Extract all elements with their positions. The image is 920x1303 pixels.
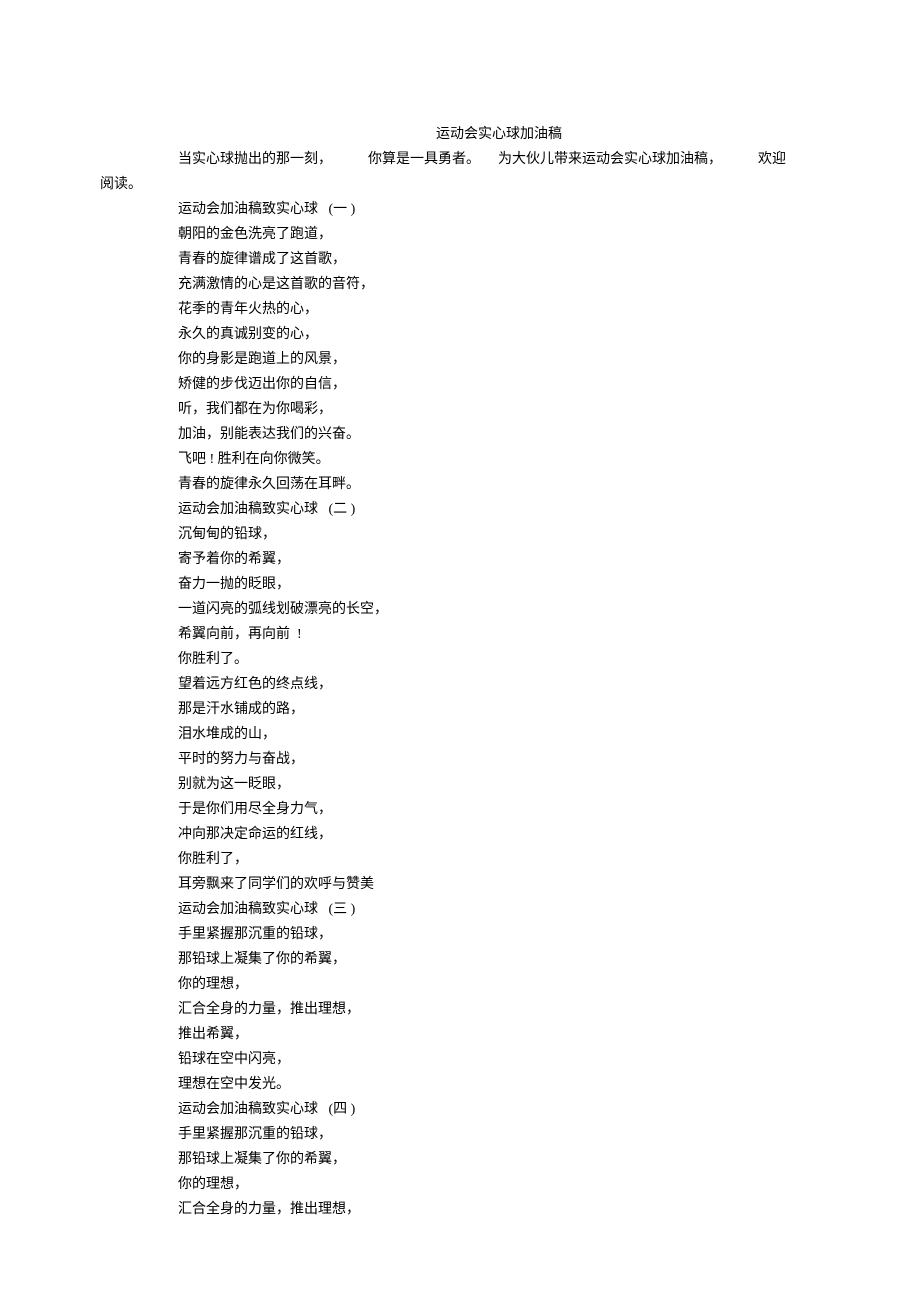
body-line: 朝阳的金色洗亮了跑道，: [178, 222, 820, 247]
body-line: 望着远方红色的终点线，: [178, 672, 820, 697]
body-line: 运动会加油稿致实心球 (二 ): [178, 497, 820, 522]
body-line: 铅球在空中闪亮，: [178, 1047, 820, 1072]
body-line: 飞吧 ! 胜利在向你微笑。: [178, 447, 820, 472]
body-line: 运动会加油稿致实心球 (四 ): [178, 1097, 820, 1122]
intro-line-2: 阅读。: [100, 172, 820, 197]
body-line: 平时的努力与奋战，: [178, 747, 820, 772]
body-line: 手里紧握那沉重的铅球，: [178, 1122, 820, 1147]
body-line: 汇合全身的力量，推出理想，: [178, 1197, 820, 1222]
body-line: 你的身影是跑道上的风景，: [178, 347, 820, 372]
body-line: 沉甸甸的铅球，: [178, 522, 820, 547]
body-line: 永久的真诚别变的心，: [178, 322, 820, 347]
document-title: 运动会实心球加油稿: [178, 122, 820, 147]
body-line: 别就为这一眨眼，: [178, 772, 820, 797]
body-lines: 运动会加油稿致实心球 (一 )朝阳的金色洗亮了跑道，青春的旋律谱成了这首歌，充满…: [178, 197, 820, 1222]
body-line: 你的理想，: [178, 1172, 820, 1197]
intro-seg-3: 为大伙儿带来运动会实心球加油稿，: [498, 152, 722, 167]
body-line: 你的理想，: [178, 972, 820, 997]
body-line: 充满激情的心是这首歌的音符，: [178, 272, 820, 297]
body-line: 于是你们用尽全身力气，: [178, 797, 820, 822]
body-line: 听，我们都在为你喝彩，: [178, 397, 820, 422]
body-line: 那是汗水铺成的路，: [178, 697, 820, 722]
body-line: 那铅球上凝集了你的希翼，: [178, 947, 820, 972]
body-line: 耳旁飘来了同学们的欢呼与赞美: [178, 872, 820, 897]
body-line: 一道闪亮的弧线划破漂亮的长空，: [178, 597, 820, 622]
body-line: 手里紧握那沉重的铅球，: [178, 922, 820, 947]
intro-line-1: 当实心球抛出的那一刻， 你算是一具勇者。 为大伙儿带来运动会实心球加油稿， 欢迎: [178, 147, 820, 172]
body-line: 那铅球上凝集了你的希翼，: [178, 1147, 820, 1172]
body-line: 你胜利了。: [178, 647, 820, 672]
intro-seg-4: 欢迎: [758, 152, 786, 167]
body-line: 理想在空中发光。: [178, 1072, 820, 1097]
body-line: 运动会加油稿致实心球 (三 ): [178, 897, 820, 922]
body-line: 运动会加油稿致实心球 (一 ): [178, 197, 820, 222]
intro-seg-2: 你算是一具勇者。: [368, 152, 480, 167]
body-line: 奋力一抛的眨眼，: [178, 572, 820, 597]
body-line: 青春的旋律永久回荡在耳畔。: [178, 472, 820, 497]
body-line: 泪水堆成的山，: [178, 722, 820, 747]
document-page: 运动会实心球加油稿 当实心球抛出的那一刻， 你算是一具勇者。 为大伙儿带来运动会实心…: [0, 0, 920, 1282]
body-line: 加油，别能表达我们的兴奋。: [178, 422, 820, 447]
body-line: 推出希翼，: [178, 1022, 820, 1047]
body-line: 冲向那决定命运的红线，: [178, 822, 820, 847]
body-line: 汇合全身的力量，推出理想，: [178, 997, 820, 1022]
body-line: 青春的旋律谱成了这首歌，: [178, 247, 820, 272]
body-line: 花季的青年火热的心，: [178, 297, 820, 322]
intro-seg-1: 当实心球抛出的那一刻，: [178, 147, 332, 172]
body-line: 希翼向前，再向前 !: [178, 622, 820, 647]
body-line: 矫健的步伐迈出你的自信，: [178, 372, 820, 397]
body-line: 寄予着你的希翼，: [178, 547, 820, 572]
body-line: 你胜利了，: [178, 847, 820, 872]
